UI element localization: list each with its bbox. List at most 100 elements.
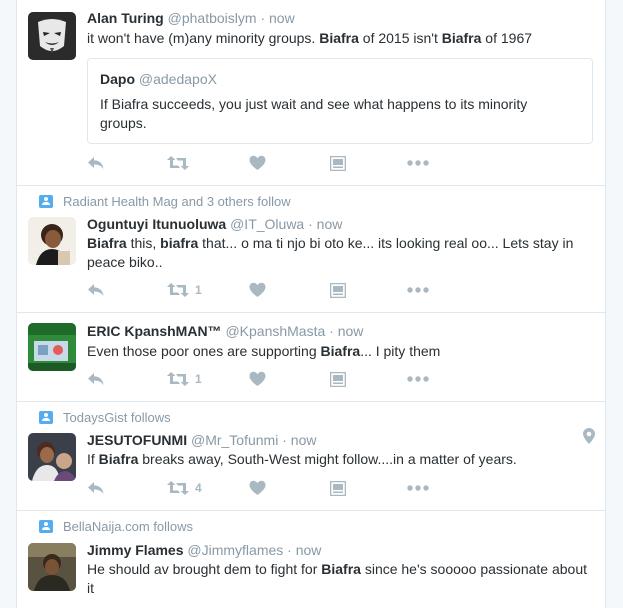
avatar[interactable] xyxy=(28,323,76,371)
retweet-count: 1 xyxy=(195,372,202,386)
quote-text: If Biafra succeeds, you just wait and se… xyxy=(100,96,528,131)
separator: · xyxy=(308,216,313,232)
username[interactable]: @phatboislym xyxy=(168,10,257,26)
media-icon xyxy=(330,282,346,298)
separator: · xyxy=(287,542,292,558)
reply-button[interactable] xyxy=(87,154,105,172)
timestamp[interactable]: now xyxy=(296,542,322,558)
tweet-header: Alan Turing @phatboislym · now xyxy=(87,10,295,26)
fullname[interactable]: JESUTOFUNMI xyxy=(87,432,187,448)
avatar[interactable] xyxy=(28,543,76,591)
media-icon xyxy=(330,155,346,171)
reply-button[interactable] xyxy=(87,370,105,388)
media-button[interactable] xyxy=(330,154,346,172)
reply-icon xyxy=(87,480,105,496)
separator: · xyxy=(260,10,266,26)
tweet-actions: 1 xyxy=(87,370,507,388)
media-button[interactable] xyxy=(330,370,346,388)
retweet-button[interactable]: 1 xyxy=(167,281,202,299)
quote-username: @adedapoX xyxy=(138,71,217,87)
tweet[interactable]: BellaNaija.com follows Jimmy Flames @Jim… xyxy=(17,511,605,608)
timestamp[interactable]: now xyxy=(317,216,343,232)
tweet-actions xyxy=(87,154,507,172)
user-follow-icon xyxy=(39,411,53,424)
more-button[interactable] xyxy=(407,281,429,299)
timeline: Alan Turing @phatboislym · now it won't … xyxy=(16,0,606,608)
retweet-count: 1 xyxy=(195,283,202,297)
tweet-header: JESUTOFUNMI @Mr_Tofunmi · now xyxy=(87,432,316,448)
more-icon xyxy=(407,485,429,491)
tweet-actions: 4 xyxy=(87,479,507,497)
follow-context: TodaysGist follows xyxy=(39,410,171,425)
separator: · xyxy=(329,323,334,339)
username[interactable]: @KpanshMasta xyxy=(225,323,325,339)
fullname[interactable]: Jimmy Flames xyxy=(87,542,184,558)
follow-context-text: BellaNaija.com follows xyxy=(63,519,194,534)
media-button[interactable] xyxy=(330,479,346,497)
tweet-text: Biafra this, biafra that... o ma ti njo … xyxy=(87,235,574,270)
more-icon xyxy=(407,160,429,166)
tweet-text: If Biafra breaks away, South-West might … xyxy=(87,451,517,467)
timestamp[interactable]: now xyxy=(338,323,364,339)
media-icon xyxy=(330,480,346,496)
fullname[interactable]: Alan Turing xyxy=(87,10,164,26)
follow-context: Radiant Health Mag and 3 others follow xyxy=(39,194,291,209)
tweet-actions: 1 xyxy=(87,281,507,299)
tweet[interactable]: Alan Turing @phatboislym · now it won't … xyxy=(17,0,605,186)
retweet-button[interactable] xyxy=(167,154,189,172)
username[interactable]: @Mr_Tofunmi xyxy=(191,432,278,448)
follow-context-text: TodaysGist follows xyxy=(63,410,171,425)
quoted-tweet[interactable]: Dapo @adedapoX If Biafra succeeds, you j… xyxy=(87,58,593,144)
tweet[interactable]: TodaysGist follows JESUTOFUNMI @Mr_Tofun… xyxy=(17,402,605,511)
username[interactable]: @IT_Oluwa xyxy=(230,216,304,232)
avatar[interactable] xyxy=(28,433,76,481)
heart-icon xyxy=(249,282,266,298)
follow-context-text: Radiant Health Mag and 3 others follow xyxy=(63,194,291,209)
more-button[interactable] xyxy=(407,370,429,388)
retweet-button[interactable]: 4 xyxy=(167,479,202,497)
location-pin-icon[interactable] xyxy=(583,428,595,449)
timestamp[interactable]: now xyxy=(269,10,295,26)
more-icon xyxy=(407,376,429,382)
timestamp[interactable]: now xyxy=(291,432,317,448)
fullname[interactable]: ERIC KpanshMAN™ xyxy=(87,323,222,339)
username[interactable]: @Jimmyflames xyxy=(187,542,283,558)
tweet-header: ERIC KpanshMAN™ @KpanshMasta · now xyxy=(87,323,363,339)
user-follow-icon xyxy=(39,195,53,208)
like-button[interactable] xyxy=(249,479,266,497)
retweet-icon xyxy=(167,480,189,496)
retweet-count: 4 xyxy=(195,481,202,495)
retweet-button[interactable]: 1 xyxy=(167,370,202,388)
reply-icon xyxy=(87,155,105,171)
retweet-icon xyxy=(167,282,189,298)
fullname[interactable]: Oguntuyi Itunuoluwa xyxy=(87,216,226,232)
tweet[interactable]: Radiant Health Mag and 3 others follow O… xyxy=(17,186,605,313)
more-icon xyxy=(407,287,429,293)
like-button[interactable] xyxy=(249,370,266,388)
separator: · xyxy=(282,432,287,448)
more-button[interactable] xyxy=(407,154,429,172)
tweet-text: it won't have (m)any minority groups. Bi… xyxy=(87,30,533,46)
user-follow-icon xyxy=(39,520,53,533)
tweet[interactable]: ERIC KpanshMAN™ @KpanshMasta · now Even … xyxy=(17,313,605,402)
quote-fullname: Dapo xyxy=(100,71,135,87)
heart-icon xyxy=(249,480,266,496)
tweet-text: He should av brought dem to fight for Bi… xyxy=(87,561,587,596)
more-button[interactable] xyxy=(407,479,429,497)
reply-button[interactable] xyxy=(87,281,105,299)
tweet-text: Even those poor ones are supporting Biaf… xyxy=(87,343,441,359)
media-button[interactable] xyxy=(330,281,346,299)
media-icon xyxy=(330,371,346,387)
tweet-header: Oguntuyi Itunuoluwa @IT_Oluwa · now xyxy=(87,216,342,232)
quote-header: Dapo @adedapoX xyxy=(100,71,217,87)
avatar[interactable] xyxy=(28,12,76,60)
reply-button[interactable] xyxy=(87,479,105,497)
reply-icon xyxy=(87,282,105,298)
retweet-icon xyxy=(167,155,189,171)
like-button[interactable] xyxy=(249,281,266,299)
follow-context: BellaNaija.com follows xyxy=(39,519,194,534)
retweet-icon xyxy=(167,371,189,387)
avatar[interactable] xyxy=(28,217,76,265)
like-button[interactable] xyxy=(249,154,266,172)
tweet-header: Jimmy Flames @Jimmyflames · now xyxy=(87,542,321,558)
